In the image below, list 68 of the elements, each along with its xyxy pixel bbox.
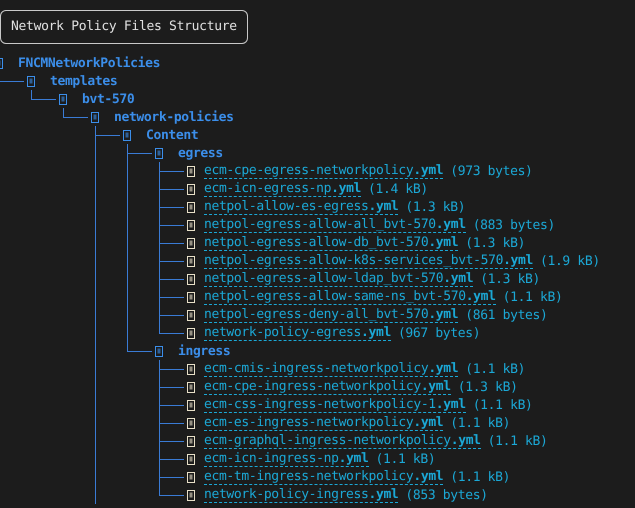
file-link[interactable]: ecm-tm-ingress-networkpolicy.yml	[204, 469, 444, 485]
file-size: (1.1 kB)	[488, 434, 548, 448]
file-link[interactable]: netpol-egress-allow-db_bvt-570.yml	[204, 235, 458, 251]
file-icon	[187, 274, 195, 284]
file-size: (973 bytes)	[450, 164, 533, 178]
folder-icon	[27, 76, 35, 86]
file-icon	[187, 436, 195, 446]
file-icon	[187, 184, 195, 194]
file-link[interactable]: netpol-egress-allow-same-ns_bvt-570.yml	[204, 289, 496, 305]
file-icon	[187, 202, 195, 212]
file-size: (1.3 kB)	[480, 272, 540, 286]
title-box: Network Policy Files Structure	[0, 10, 248, 44]
file-icon	[187, 166, 195, 176]
folder-icon	[155, 346, 163, 356]
file-size: (853 bytes)	[405, 488, 488, 502]
file-size: (883 bytes)	[472, 218, 555, 232]
file-size: (1.9 kB)	[540, 254, 600, 268]
file-size: (1.3 kB)	[405, 200, 466, 214]
file-link[interactable]: ecm-cmis-ingress-networkpolicy.yml	[204, 361, 458, 377]
file-icon	[187, 364, 195, 374]
folder-name[interactable]: templates	[50, 74, 118, 88]
folder-icon	[59, 94, 67, 104]
file-link[interactable]: ecm-es-ingress-networkpolicy.yml	[204, 415, 444, 431]
folder-icon	[155, 148, 163, 158]
file-link[interactable]: netpol-allow-es-egress.yml	[204, 199, 398, 215]
file-size: (1.1 kB)	[472, 398, 533, 412]
file-icon	[187, 292, 195, 302]
file-size: (1.1 kB)	[465, 362, 526, 376]
file-size: (1.3 kB)	[458, 380, 518, 394]
file-link[interactable]: netpol-egress-allow-ldap_bvt-570.yml	[204, 271, 474, 287]
file-size: (1.1 kB)	[450, 416, 510, 430]
file-link[interactable]: ecm-icn-egress-np.yml	[204, 181, 362, 197]
file-link[interactable]: ecm-graphql-ingress-networkpolicy.yml	[204, 433, 481, 449]
file-link[interactable]: ecm-cpe-egress-networkpolicy.yml	[204, 163, 444, 179]
file-size: (1.1 kB)	[502, 290, 562, 304]
file-size: (861 bytes)	[465, 308, 548, 322]
file-icon	[187, 220, 195, 230]
file-link[interactable]: ecm-css-ingress-networkpolicy-1.yml	[204, 397, 466, 413]
file-icon	[187, 472, 195, 482]
file-size: (1.1 kB)	[450, 470, 510, 484]
folder-name[interactable]: network-policies	[114, 110, 234, 124]
file-icon	[187, 454, 195, 464]
folder-name[interactable]: egress	[178, 146, 223, 160]
file-size: (1.3 kB)	[465, 236, 526, 250]
file-size: (1.1 kB)	[376, 452, 436, 466]
file-icon	[187, 400, 195, 410]
file-link[interactable]: ecm-cpe-ingress-networkpolicy.yml	[204, 379, 451, 395]
file-link[interactable]: netpol-egress-allow-k8s-services_bvt-570.yml	[204, 253, 533, 269]
file-icon	[187, 490, 195, 500]
folder-name[interactable]: Content	[146, 128, 198, 142]
folder-name[interactable]: FNCMNetworkPolicies	[18, 56, 160, 70]
file-size: (1.4 kB)	[368, 182, 428, 196]
file-icon	[187, 310, 195, 320]
file-link[interactable]: netpol-egress-deny-all_bvt-570.yml	[204, 307, 458, 323]
file-link[interactable]: ecm-icn-ingress-np.yml	[204, 451, 369, 467]
file-link[interactable]: netpol-egress-allow-all_bvt-570.yml	[204, 217, 466, 233]
file-link[interactable]: network-policy-egress.yml	[204, 325, 391, 341]
folder-icon	[123, 130, 131, 140]
file-link[interactable]: network-policy-ingress.yml	[204, 487, 398, 503]
folder-name[interactable]: bvt-570	[82, 92, 134, 106]
folder-icon	[91, 112, 99, 122]
file-icon	[187, 418, 195, 428]
file-icon	[187, 256, 195, 266]
file-size: (967 bytes)	[398, 326, 480, 340]
file-icon	[187, 328, 195, 338]
file-icon	[187, 238, 195, 248]
folder-name[interactable]: ingress	[178, 344, 230, 358]
file-icon	[187, 382, 195, 392]
